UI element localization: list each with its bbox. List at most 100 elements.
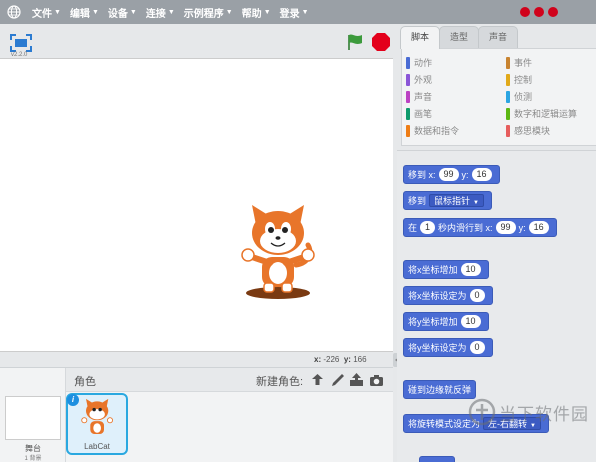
x-coord-value: -226 [323,355,340,364]
block-text: 将y坐标增加 [408,317,458,327]
category-color-bar [406,124,410,137]
value-input[interactable]: 0 [469,341,485,354]
x-input[interactable]: 99 [438,168,459,181]
stop-icon[interactable] [371,32,391,52]
block-text: 将x坐标设定为 [408,291,467,301]
y-input[interactable]: 16 [528,221,549,234]
block-text: 将x坐标增加 [408,265,458,275]
category-color-bar [506,124,510,137]
caret-down-icon: ▼ [225,8,233,16]
camera-icon[interactable] [369,373,384,387]
caret-down-icon: ▼ [167,8,175,16]
window-controls [520,7,558,17]
info-icon[interactable]: i [67,394,79,406]
category-sensors[interactable]: 感思模块 [506,124,550,137]
fullscreen-icon[interactable] [10,34,32,52]
category-color-bar [406,73,410,86]
menu-device[interactable]: 设备 ▼ [108,5,137,20]
stage-thumbnail-column: 舞台 1 背景 [0,368,66,462]
category-color-bar [406,56,410,69]
value-input[interactable]: 0 [469,289,485,302]
category-label: 控制 [514,75,533,85]
menu-help-label: 帮助 [241,8,262,20]
block-set-x[interactable]: 将x坐标设定为 0 [403,286,493,305]
stage-thumbnail[interactable] [5,396,61,440]
category-label: 数据和指令 [414,126,460,136]
cat-sprite-icon[interactable] [238,203,322,301]
backdrop-count: 1 背景 [24,456,42,462]
category-control[interactable]: 控制 [506,73,532,86]
block-change-x[interactable]: 将x坐标增加 10 [403,260,489,279]
block-categories: 动作 事件 外观 控制 声音 侦测 画笔 数字和逻辑运算 数据和指令 感思模块 [401,48,596,146]
sprite-tile[interactable]: i LabCat [66,393,128,455]
menu-device-label: 设备 [107,8,128,20]
block-text: 碰到边缘就反弹 [408,385,472,395]
category-looks[interactable]: 外观 [406,73,432,86]
window-dot-maximize[interactable] [534,7,544,17]
sprites-pane: 舞台 1 背景 角色 新建角色: i LabCat [0,367,393,462]
caret-down-icon: ▼ [301,8,309,16]
sprites-header: 角色 新建角色: [66,368,393,392]
mouse-coordinates: x: -226 y: 166 [314,355,367,364]
category-sound[interactable]: 声音 [406,90,432,103]
value-input[interactable]: 10 [460,263,481,276]
upload-sprite-icon[interactable] [349,373,364,387]
globe-icon[interactable] [7,5,21,19]
category-events[interactable]: 事件 [506,56,532,69]
category-color-bar [506,107,510,120]
block-partial[interactable] [419,456,455,462]
stage-canvas[interactable] [0,58,393,352]
green-flag-icon[interactable] [346,33,364,51]
caret-down-icon: ▼ [54,8,61,16]
menu-edit[interactable]: 编辑 ▼ [70,5,99,20]
category-sensing[interactable]: 侦测 [506,90,532,103]
y-coord-label: y: [343,355,351,364]
secs-input[interactable]: 1 [420,221,436,234]
category-color-bar [406,107,410,120]
category-data[interactable]: 数据和指令 [406,124,459,137]
menu-help[interactable]: 帮助 ▼ [242,5,271,20]
tab-scripts[interactable]: 脚本 [400,26,440,49]
tab-costumes[interactable]: 造型 [439,26,479,48]
menu-examples-label: 示例程序 [183,8,224,20]
window-dot-minimize[interactable] [520,7,530,17]
block-text: y: [518,222,526,233]
menu-bar: 文件 ▼ 编辑 ▼ 设备 ▼ 连接 ▼ 示例程序 ▼ 帮助 ▼ 登录 ▼ [0,0,596,24]
sprites-title: 角色 [74,376,96,388]
menu-edit-label: 编辑 [69,8,90,20]
y-input[interactable]: 16 [471,168,492,181]
window-dot-close[interactable] [548,7,558,17]
tab-sounds[interactable]: 声音 [478,26,518,48]
category-label: 事件 [514,58,533,68]
category-color-bar [506,90,510,103]
value-input[interactable]: 10 [460,315,481,328]
stage-header: v2.2.0 [0,24,393,58]
editor-tabs: 脚本 造型 声音 [397,26,596,49]
block-goto-xy[interactable]: 移到 x: 99 y: 16 [403,165,500,184]
caret-down-icon: ▼ [129,8,137,16]
category-label: 外观 [414,75,433,85]
caret-down-icon: ▼ [263,8,271,16]
caret-down-icon: ▼ [91,8,99,16]
paint-brush-icon[interactable] [330,373,345,387]
block-glide[interactable]: 在 1 秒内滑行到 x: 99 y: 16 [403,218,557,237]
menu-login[interactable]: 登录 ▼ [280,5,309,20]
x-input[interactable]: 99 [495,221,516,234]
category-label: 侦测 [514,92,533,102]
menu-connect[interactable]: 连接 ▼ [146,5,175,20]
category-operators[interactable]: 数字和逻辑运算 [506,107,577,120]
block-bounce[interactable]: 碰到边缘就反弹 [403,380,477,399]
menu-file[interactable]: 文件 ▼ [32,5,61,20]
block-set-y[interactable]: 将y坐标设定为 0 [403,338,493,357]
block-text: 将y坐标设定为 [408,343,467,353]
category-motion[interactable]: 动作 [406,56,432,69]
menu-connect-label: 连接 [145,8,166,20]
block-change-y[interactable]: 将y坐标增加 10 [403,312,489,331]
menu-examples[interactable]: 示例程序 ▼ [184,5,233,20]
category-pen[interactable]: 画笔 [406,107,432,120]
caret-down-icon: ▼ [473,200,479,206]
block-text: 在 [408,223,418,233]
block-goto-target[interactable]: 移到 鼠标指针 ▼ [403,191,492,210]
choose-sprite-icon[interactable] [310,373,325,387]
target-dropdown[interactable]: 鼠标指针 ▼ [429,194,484,207]
